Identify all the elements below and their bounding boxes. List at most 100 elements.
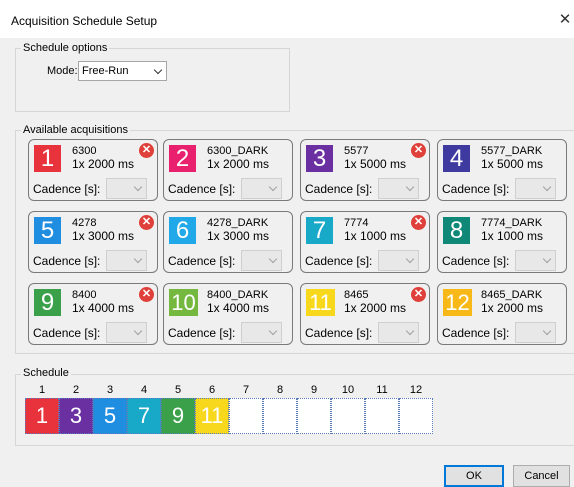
chevron-down-icon (542, 254, 552, 264)
remove-icon[interactable]: ✕ (411, 143, 426, 158)
cadence-select[interactable] (378, 322, 419, 343)
schedule-slot[interactable]: 1 (25, 398, 59, 434)
acquisition-name: 8465_DARK (481, 289, 543, 301)
cadence-label: Cadence [s]: (33, 326, 101, 340)
acquisition-card[interactable]: 7 7774 1x 1000 ms ✕ Cadence [s]: (300, 211, 430, 273)
chevron-down-icon (405, 182, 415, 192)
acquisition-number-badge: 6 (169, 217, 196, 244)
cadence-label: Cadence [s]: (305, 254, 373, 268)
acquisition-number-badge: 3 (306, 145, 333, 172)
chevron-down-icon (405, 326, 415, 336)
cadence-select[interactable] (241, 322, 282, 343)
cadence-select[interactable] (515, 250, 556, 271)
acquisition-name: 8465 (344, 289, 369, 301)
acquisition-number-badge: 5 (34, 217, 61, 244)
acquisition-name: 6300 (72, 145, 97, 157)
cadence-label: Cadence [s]: (442, 254, 510, 268)
acquisition-name: 4278_DARK (207, 217, 269, 229)
acquisition-card[interactable]: 9 8400 1x 4000 ms ✕ Cadence [s]: (28, 283, 158, 345)
cadence-select[interactable] (241, 178, 282, 199)
schedule-slot[interactable] (399, 398, 433, 434)
schedule-slot[interactable]: 3 (59, 398, 93, 434)
slot-number: 7 (242, 384, 250, 396)
schedule-slot[interactable]: 7 (127, 398, 161, 434)
schedule-slot[interactable] (263, 398, 297, 434)
cadence-label: Cadence [s]: (168, 182, 236, 196)
cancel-button[interactable]: Cancel (513, 465, 570, 487)
acquisition-card[interactable]: 5 4278 1x 3000 ms ✕ Cadence [s]: (28, 211, 158, 273)
schedule-slot[interactable] (297, 398, 331, 434)
remove-icon[interactable]: ✕ (139, 215, 154, 230)
title-bar: Acquisition Schedule Setup ✕ (0, 0, 574, 38)
remove-icon[interactable]: ✕ (139, 143, 154, 158)
cadence-select[interactable] (515, 178, 556, 199)
acquisition-exposure: 1x 3000 ms (72, 229, 135, 243)
acquisition-card[interactable]: 3 5577 1x 5000 ms ✕ Cadence [s]: (300, 139, 430, 201)
chevron-down-icon (542, 326, 552, 336)
acquisition-number-badge: 11 (306, 289, 335, 316)
acquisition-number-badge: 8 (443, 217, 470, 244)
acquisition-name: 6300_DARK (207, 145, 269, 157)
mode-label: Mode: (47, 65, 78, 77)
slot-number: 4 (140, 384, 148, 396)
acquisition-exposure: 1x 2000 ms (481, 301, 544, 315)
window-title: Acquisition Schedule Setup (11, 14, 158, 28)
acquisition-number-badge: 1 (34, 145, 61, 172)
cadence-label: Cadence [s]: (168, 254, 236, 268)
chevron-down-icon (542, 182, 552, 192)
slot-number: 8 (276, 384, 284, 396)
acquisition-number-badge: 7 (306, 217, 333, 244)
acquisition-exposure: 1x 2000 ms (72, 157, 135, 171)
cadence-select[interactable] (106, 322, 147, 343)
slot-number: 9 (310, 384, 318, 396)
remove-icon[interactable]: ✕ (411, 287, 426, 302)
acquisition-number-badge: 4 (443, 145, 470, 172)
acquisition-card[interactable]: 1 6300 1x 2000 ms ✕ Cadence [s]: (28, 139, 158, 201)
schedule-slot[interactable]: 9 (161, 398, 195, 434)
acquisition-name: 5577 (344, 145, 369, 157)
ok-button[interactable]: OK (444, 465, 504, 487)
schedule-slot[interactable] (331, 398, 365, 434)
acquisition-exposure: 1x 4000 ms (72, 301, 135, 315)
cadence-select[interactable] (241, 250, 282, 271)
acquisition-card[interactable]: 12 8465_DARK 1x 2000 ms Cadence [s]: (437, 283, 567, 345)
slot-number: 2 (72, 384, 80, 396)
mode-value: Free-Run (82, 65, 129, 77)
acquisition-name: 7774 (344, 217, 369, 229)
schedule-options-label: Schedule options (21, 42, 110, 54)
cadence-label: Cadence [s]: (33, 254, 101, 268)
acquisition-card[interactable]: 11 8465 1x 2000 ms ✕ Cadence [s]: (300, 283, 430, 345)
acquisition-card[interactable]: 2 6300_DARK 1x 2000 ms Cadence [s]: (163, 139, 293, 201)
acquisition-name: 8400 (72, 289, 97, 301)
acquisition-name: 4278 (72, 217, 97, 229)
schedule-slot[interactable] (229, 398, 263, 434)
acquisition-exposure: 1x 2000 ms (344, 301, 407, 315)
acquisition-card[interactable]: 10 8400_DARK 1x 4000 ms Cadence [s]: (163, 283, 293, 345)
close-icon[interactable]: ✕ (556, 10, 574, 28)
cadence-select[interactable] (106, 178, 147, 199)
slot-number: 12 (409, 384, 423, 396)
acquisition-exposure: 1x 5000 ms (344, 157, 407, 171)
cadence-select[interactable] (515, 322, 556, 343)
remove-icon[interactable]: ✕ (139, 287, 154, 302)
schedule-slot[interactable]: 11 (195, 398, 229, 434)
cadence-select[interactable] (378, 250, 419, 271)
chevron-down-icon (133, 182, 143, 192)
remove-icon[interactable]: ✕ (411, 215, 426, 230)
acquisition-exposure: 1x 1000 ms (481, 229, 544, 243)
cadence-select[interactable] (378, 178, 419, 199)
acquisition-number-badge: 9 (34, 289, 61, 316)
acquisition-card[interactable]: 4 5577_DARK 1x 5000 ms Cadence [s]: (437, 139, 567, 201)
cadence-select[interactable] (106, 250, 147, 271)
slot-number: 10 (341, 384, 355, 396)
schedule-slot[interactable]: 5 (93, 398, 127, 434)
slot-number: 1 (38, 384, 46, 396)
acquisition-card[interactable]: 6 4278_DARK 1x 3000 ms Cadence [s]: (163, 211, 293, 273)
slot-number: 5 (174, 384, 182, 396)
acquisition-name: 8400_DARK (207, 289, 269, 301)
schedule-slot[interactable] (365, 398, 399, 434)
acquisition-card[interactable]: 8 7774_DARK 1x 1000 ms Cadence [s]: (437, 211, 567, 273)
cadence-label: Cadence [s]: (168, 326, 236, 340)
cadence-label: Cadence [s]: (305, 182, 373, 196)
mode-select[interactable]: Free-Run (78, 61, 167, 81)
